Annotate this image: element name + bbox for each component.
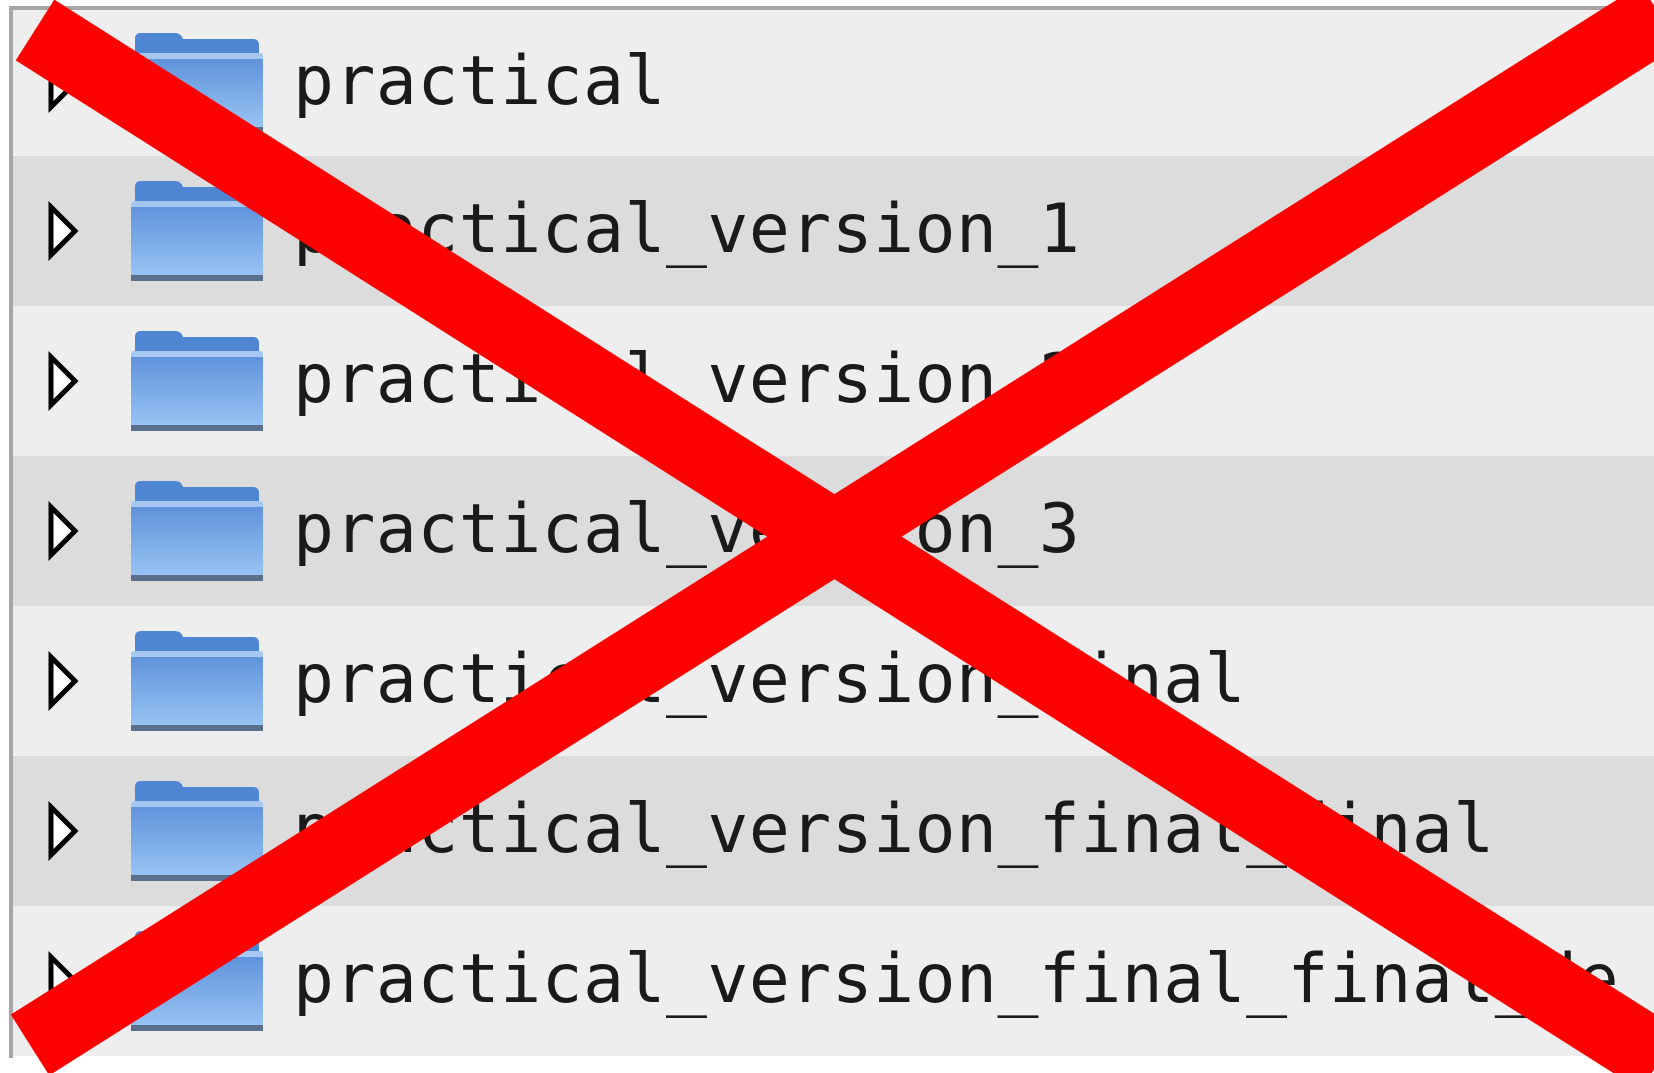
folder-name: practical_version_final — [293, 639, 1247, 719]
triangle-right-icon[interactable] — [43, 201, 83, 261]
folder-name: practical_version_2 — [293, 339, 1081, 419]
folder-icon — [131, 781, 263, 881]
triangle-right-icon[interactable] — [43, 53, 83, 113]
triangle-right-icon[interactable] — [43, 951, 83, 1011]
triangle-right-icon[interactable] — [43, 351, 83, 411]
folder-name: practical_version_3 — [293, 489, 1081, 569]
tree-row[interactable]: practical — [13, 10, 1654, 156]
file-tree-panel: practical practical_version_1 practical_… — [9, 6, 1654, 1058]
triangle-right-icon[interactable] — [43, 801, 83, 861]
folder-name: practical_version_1 — [293, 189, 1081, 269]
folder-name: practical — [293, 41, 666, 121]
folder-icon — [131, 631, 263, 731]
folder-icon — [131, 181, 263, 281]
tree-row[interactable]: practical_version_3 — [13, 456, 1654, 606]
tree-row[interactable]: practical_version_1 — [13, 156, 1654, 306]
folder-icon — [131, 331, 263, 431]
folder-icon — [131, 931, 263, 1031]
folder-icon — [131, 33, 263, 133]
tree-row[interactable]: practical_version_final_final_de_verdad — [13, 906, 1654, 1056]
triangle-right-icon[interactable] — [43, 651, 83, 711]
tree-row[interactable]: practical_version_final — [13, 606, 1654, 756]
file-tree: practical practical_version_1 practical_… — [13, 10, 1654, 1056]
tree-row[interactable]: practical_version_final_final — [13, 756, 1654, 906]
folder-name: practical_version_final_final_de_verdad — [293, 939, 1654, 1019]
folder-icon — [131, 481, 263, 581]
triangle-right-icon[interactable] — [43, 501, 83, 561]
tree-row[interactable]: practical_version_2 — [13, 306, 1654, 456]
folder-name: practical_version_final_final — [293, 789, 1495, 869]
